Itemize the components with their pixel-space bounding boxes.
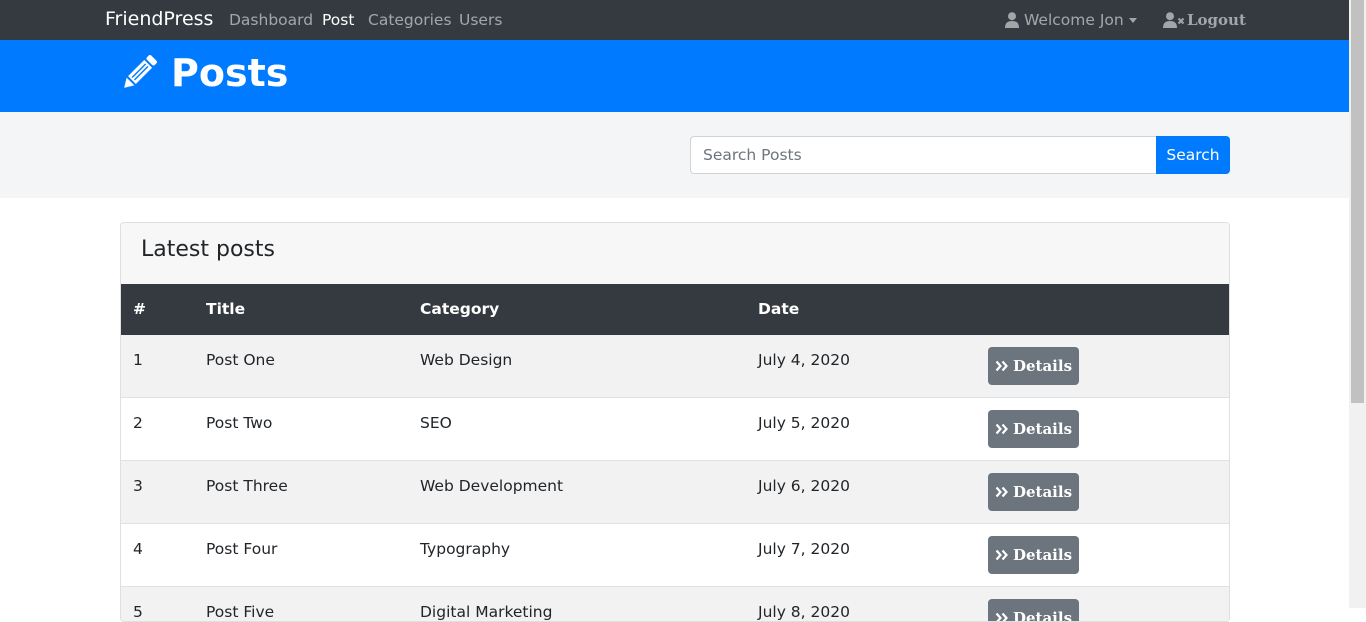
cell-number: 4 <box>133 540 143 558</box>
table-row: 3 Post Three Web Development July 6, 2020 De… <box>121 461 1229 524</box>
cell-title: Post One <box>206 351 275 369</box>
nav-link-post[interactable]: Post <box>322 11 354 29</box>
double-chevron-right-icon <box>995 486 1009 498</box>
latest-posts-card: Latest posts # Title Category Date 1 Post… <box>120 222 1230 622</box>
brand-logo[interactable]: FriendPress <box>105 8 213 30</box>
cell-category: Digital Marketing <box>420 603 553 621</box>
cell-date: July 8, 2020 <box>758 603 850 621</box>
card-header: Latest posts <box>121 223 1229 285</box>
table-row: 5 Post Five Digital Marketing July 8, 2020 D… <box>121 587 1229 622</box>
user-times-icon <box>1163 12 1185 28</box>
details-button[interactable]: Details <box>988 599 1079 622</box>
table-body: 1 Post One Web Design July 4, 2020 Details 2 P… <box>121 335 1229 622</box>
cell-title: Post Four <box>206 540 278 558</box>
cell-title: Post Three <box>206 477 288 495</box>
cell-title: Post Five <box>206 603 275 621</box>
cell-title: Post Two <box>206 414 273 432</box>
chevron-down-icon <box>1128 17 1137 23</box>
pencil-icon <box>124 55 157 88</box>
details-button[interactable]: Details <box>988 347 1079 385</box>
table-row: 4 Post Four Typography July 7, 2020 Details <box>121 524 1229 587</box>
user-menu-label: Welcome Jon <box>1024 11 1124 29</box>
scrollbar-thumb[interactable] <box>1351 0 1364 403</box>
vertical-scrollbar[interactable] <box>1349 0 1366 608</box>
page-title: Posts <box>119 51 288 95</box>
cell-category: Typography <box>420 540 511 558</box>
card-title: Latest posts <box>141 237 275 262</box>
details-button-label: Details <box>1012 420 1073 438</box>
cell-number: 1 <box>133 351 143 369</box>
cell-category: SEO <box>420 414 452 432</box>
table-row: 2 Post Two SEO July 5, 2020 Details <box>121 398 1229 461</box>
page-header: Posts <box>0 40 1349 112</box>
cell-number: 3 <box>133 477 143 495</box>
user-icon <box>1005 12 1019 28</box>
details-button-label: Details <box>1012 609 1073 622</box>
column-header-number: # <box>133 300 146 318</box>
cell-number: 5 <box>133 603 143 621</box>
column-header-title: Title <box>206 300 246 318</box>
top-navbar: FriendPress Dashboard Post Categories Us… <box>0 0 1349 40</box>
search-button[interactable]: Search <box>1156 136 1230 174</box>
details-button-label: Details <box>1012 357 1073 375</box>
details-button[interactable]: Details <box>988 473 1079 511</box>
nav-link-categories[interactable]: Categories <box>368 11 452 29</box>
cell-date: July 5, 2020 <box>758 414 850 432</box>
column-header-date: Date <box>758 300 800 318</box>
details-button-label: Details <box>1012 483 1073 501</box>
column-header-category: Category <box>420 300 500 318</box>
cell-category: Web Design <box>420 351 513 369</box>
cell-category: Web Development <box>420 477 564 495</box>
page-title-text: Posts <box>171 51 289 95</box>
details-button[interactable]: Details <box>988 410 1079 448</box>
double-chevron-right-icon <box>995 612 1009 621</box>
logout-link[interactable]: Logout <box>1163 11 1246 29</box>
cell-number: 2 <box>133 414 143 432</box>
cell-date: July 7, 2020 <box>758 540 850 558</box>
details-button[interactable]: Details <box>988 536 1079 574</box>
double-chevron-right-icon <box>995 360 1009 372</box>
details-button-label: Details <box>1012 546 1073 564</box>
table-header: # Title Category Date <box>121 284 1229 335</box>
double-chevron-right-icon <box>995 423 1009 435</box>
nav-link-dashboard[interactable]: Dashboard <box>229 11 313 29</box>
cell-date: July 4, 2020 <box>758 351 850 369</box>
search-input[interactable] <box>690 136 1157 174</box>
double-chevron-right-icon <box>995 549 1009 561</box>
nav-link-users[interactable]: Users <box>459 11 502 29</box>
logout-label: Logout <box>1187 11 1246 29</box>
user-menu-dropdown[interactable]: Welcome Jon <box>1005 11 1137 29</box>
cell-date: July 6, 2020 <box>758 477 850 495</box>
table-row: 1 Post One Web Design July 4, 2020 Details <box>121 335 1229 398</box>
